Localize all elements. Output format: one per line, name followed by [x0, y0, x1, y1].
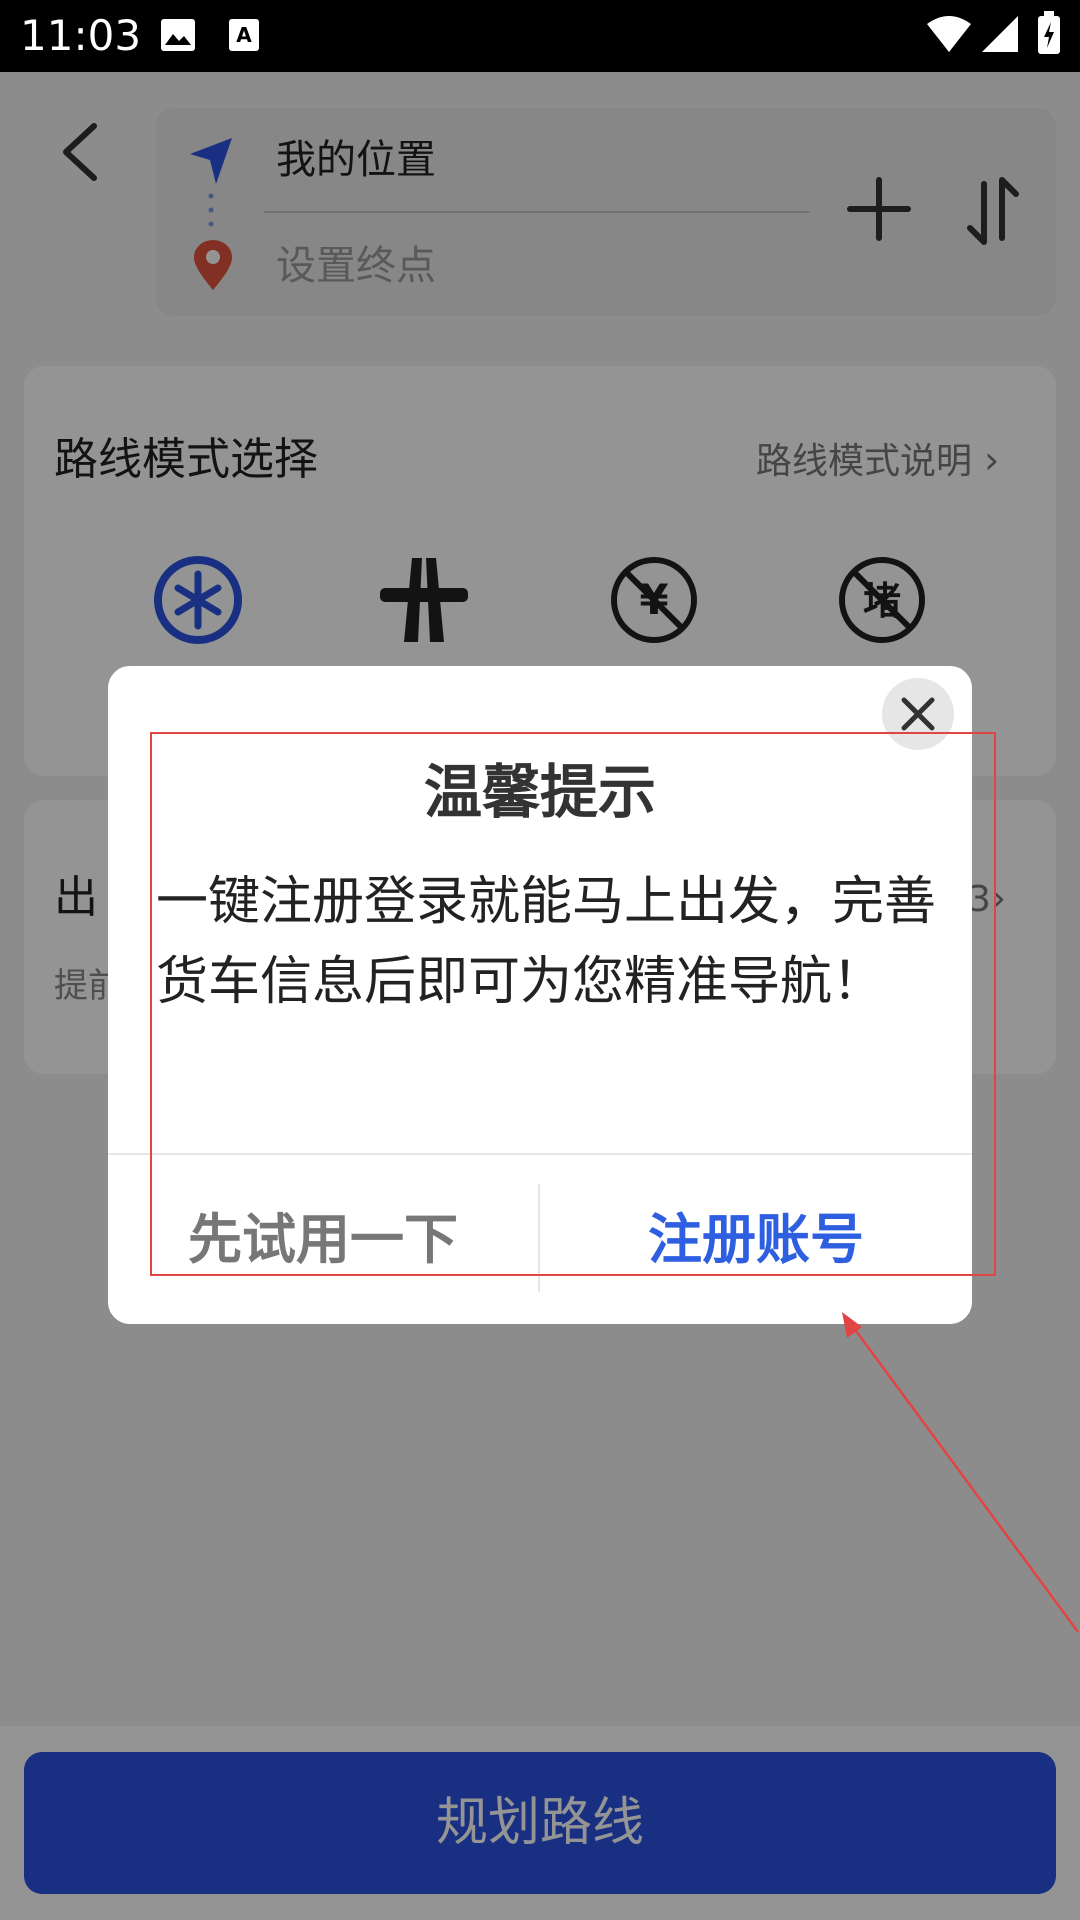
wifi-icon — [927, 16, 971, 52]
image-icon — [161, 19, 195, 51]
svg-text:A: A — [236, 23, 252, 47]
status-time: 11:03 — [20, 11, 142, 60]
signal-icon — [982, 16, 1018, 52]
battery-charging-icon — [1038, 11, 1060, 54]
status-bar: 11:03 A — [0, 0, 1080, 72]
a-notification-icon: A — [229, 19, 259, 51]
annotation-highlight-box — [150, 732, 996, 1276]
